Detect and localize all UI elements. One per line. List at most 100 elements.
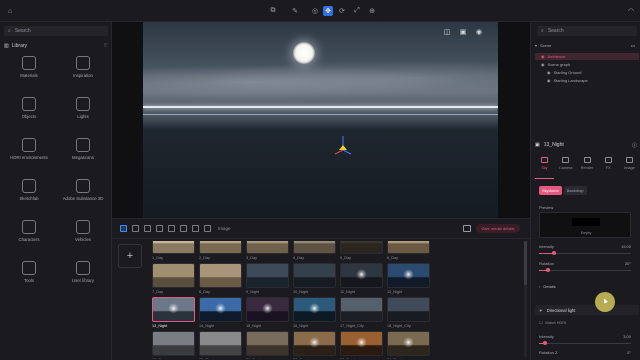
asset-thumbnail[interactable]: 5_Day (340, 241, 385, 260)
visibility-icon[interactable]: ◉ (541, 62, 545, 67)
library-item[interactable]: Inspiration (56, 56, 110, 90)
object-filter-icon[interactable] (144, 225, 151, 232)
library-item[interactable]: HDRI environments (2, 138, 56, 172)
slider-knob[interactable] (543, 341, 547, 345)
tab-image[interactable]: Image (620, 157, 639, 177)
asset-thumbnail[interactable]: 14_Night (199, 297, 244, 328)
asset-thumbnail[interactable]: 11_Night (340, 263, 385, 294)
asset-thumbnail[interactable]: 12_Night (387, 263, 432, 294)
skydome-button[interactable]: Skydome (539, 186, 562, 195)
library-item[interactable]: User library (56, 261, 110, 295)
match-hdri-row[interactable]: ☐ Match HDRI (539, 320, 566, 326)
visibility-icon[interactable]: ◉ (547, 70, 551, 75)
asset-thumbnail[interactable]: 6_Day (387, 241, 432, 260)
asset-thumbnail[interactable]: 21_Sunrise (246, 331, 291, 359)
tag-filter-icon[interactable] (180, 225, 187, 232)
library-item[interactable]: Tools (2, 261, 56, 295)
tab-camera[interactable]: Camera (556, 157, 575, 177)
material-filter-icon[interactable] (132, 225, 139, 232)
layout-icon[interactable]: ▣ (458, 28, 468, 36)
asset-thumbnail[interactable]: 24_Sunrise (387, 331, 432, 359)
tab-render[interactable]: Render (578, 157, 597, 177)
library-header[interactable]: ▥ Library ♡ (4, 42, 108, 50)
favorite-icon[interactable]: ♡ (104, 43, 108, 49)
scale-icon[interactable]: ⤢ (352, 6, 362, 16)
scene-render[interactable]: ◫ ▣ ◉ (143, 22, 498, 218)
brush-icon[interactable]: ✎ (290, 6, 300, 16)
asset-thumbnail[interactable]: 16_Night (293, 297, 338, 328)
directional-light-row[interactable]: ☀ Directional light (535, 305, 639, 315)
asset-thumbnail[interactable]: 9_Night (246, 263, 291, 294)
intensity-value[interactable]: 15.00 (621, 244, 631, 249)
asset-thumbnail[interactable]: 13_Night (152, 297, 197, 328)
library-item[interactable]: Adobe Substance 3D (56, 179, 110, 213)
rotation2-value[interactable]: 0° (627, 350, 631, 355)
visibility-icon[interactable]: ◉ (547, 78, 551, 83)
visibility-icon[interactable]: ◉ (541, 54, 545, 59)
intensity2-value[interactable]: 3.00 (623, 334, 631, 339)
image-filter-icon[interactable] (120, 225, 127, 232)
hdri-preview[interactable]: Empty (539, 212, 631, 238)
library-search-input[interactable]: ⌕ Search (4, 26, 108, 36)
scene-tree-item[interactable]: ◉ Ambience (535, 53, 639, 60)
tab-sky[interactable]: Sky (535, 157, 554, 177)
intensity-slider[interactable] (539, 251, 631, 255)
backdrop-button[interactable]: Backdrop (563, 186, 587, 195)
scene-tree-item[interactable]: ◉ Starling Landscape (535, 77, 639, 84)
library-item[interactable]: Materials (2, 56, 56, 90)
library-item[interactable]: Objects (2, 97, 56, 131)
trash-icon[interactable] (192, 225, 199, 232)
scrollbar-knob[interactable] (524, 241, 527, 285)
edit-filter-icon[interactable] (168, 225, 175, 232)
eye-icon[interactable]: ◉ (474, 28, 484, 36)
intensity2-slider[interactable] (539, 341, 631, 345)
details-expander[interactable]: › Details (539, 284, 556, 289)
give-media-details-button[interactable]: Give media details (476, 224, 520, 233)
asset-thumbnail[interactable]: 10_Night (293, 263, 338, 294)
asset-thumbnail[interactable]: 3_Day (246, 241, 291, 260)
scene-tree-item[interactable]: ◉ Starling Ground (535, 69, 639, 76)
world-icon[interactable]: ⊕ (367, 6, 377, 16)
home-icon[interactable]: ⌂ (5, 6, 15, 16)
asset-thumbnail[interactable]: 4_Day (293, 241, 338, 260)
rotation-value[interactable]: 20° (625, 261, 631, 266)
settings-icon[interactable] (204, 225, 211, 232)
library-item[interactable]: Characters (2, 220, 56, 254)
transform-icon[interactable]: ⧉ (268, 6, 278, 16)
asset-thumbnail[interactable]: 2_Day (199, 241, 244, 260)
scene-header[interactable]: ▾ Scene ••• (535, 42, 639, 49)
add-asset-button[interactable]: + (118, 244, 142, 268)
asset-thumbnail[interactable]: 19_Sunrise (152, 331, 197, 359)
asset-thumbnail[interactable]: 17_Night_City (340, 297, 385, 328)
info-icon[interactable]: ⓘ (632, 142, 637, 149)
scene-search-input[interactable]: ⌕ Search (537, 26, 637, 36)
library-item[interactable]: Lights (56, 97, 110, 131)
asset-thumbnail[interactable]: 1_Day (152, 241, 197, 260)
scene-menu-icon[interactable]: ••• (631, 43, 635, 48)
checkbox-icon[interactable]: ☐ (539, 320, 542, 325)
asset-thumbnail[interactable]: 23_Sunrise (340, 331, 385, 359)
rotation-slider[interactable] (539, 268, 631, 272)
camera-icon[interactable]: ◫ (442, 28, 452, 36)
scene-tree-item[interactable]: ◉ Scene graph (535, 61, 639, 68)
globe-icon[interactable]: ◎ (310, 6, 320, 16)
sort-icon[interactable] (463, 225, 471, 232)
viewport[interactable]: ◫ ▣ ◉ (112, 22, 530, 218)
slider-knob[interactable] (551, 251, 556, 255)
asset-thumbnail[interactable]: 15_Night (246, 297, 291, 328)
tab-fx[interactable]: FX (599, 157, 618, 177)
asset-thumbnail[interactable]: 18_Night_City (387, 297, 432, 328)
move-icon[interactable]: ✥ (323, 6, 333, 16)
user-icon[interactable]: ◠ (626, 6, 636, 16)
light-filter-icon[interactable] (156, 225, 163, 232)
library-item[interactable]: Megascans (56, 138, 110, 172)
library-item[interactable]: Vehicles (56, 220, 110, 254)
asset-thumbnail[interactable]: 20_Sunrise (199, 331, 244, 359)
asset-thumbnail[interactable]: 22_Sunrise (293, 331, 338, 359)
asset-scrollbar[interactable] (524, 241, 527, 357)
transform-gizmo[interactable] (333, 134, 353, 158)
asset-thumbnail[interactable]: 8_Day (199, 263, 244, 294)
asset-thumbnail[interactable]: 7_Day (152, 263, 197, 294)
library-item[interactable]: Sketchfab (2, 179, 56, 213)
rotate-icon[interactable]: ⟳ (337, 6, 347, 16)
